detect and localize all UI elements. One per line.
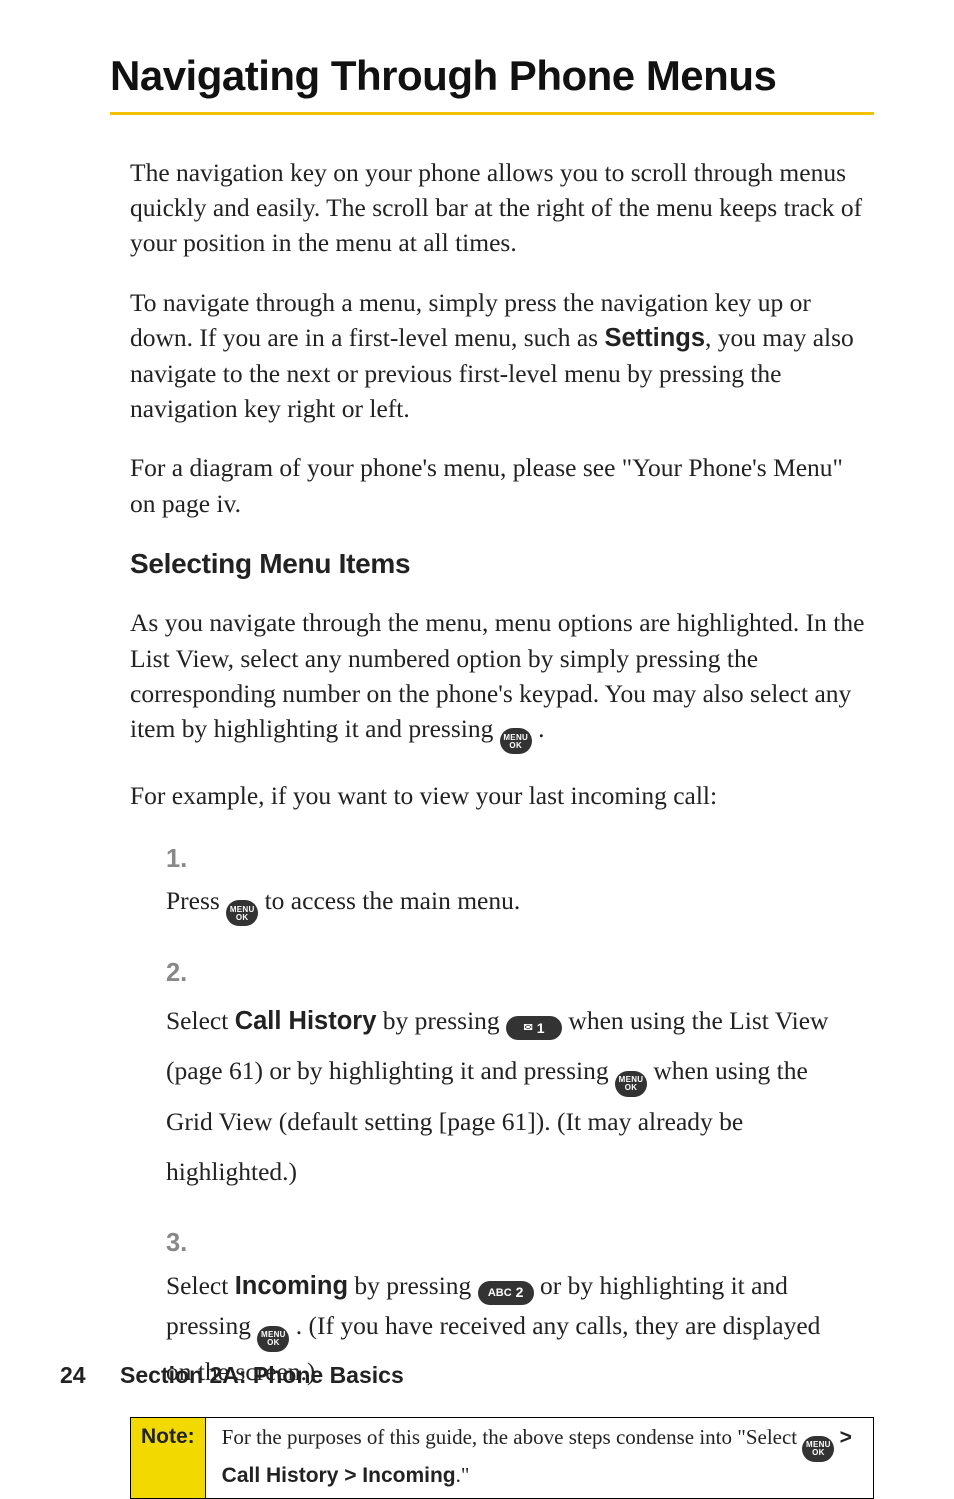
step-number: 2. (166, 952, 204, 995)
menu-ok-icon: MENUOK (615, 1071, 647, 1097)
step-number: 3. (166, 1222, 204, 1265)
paragraph: As you navigate through the menu, menu o… (130, 605, 874, 754)
bold-text: Settings (604, 324, 705, 352)
text: ." (456, 1463, 470, 1487)
steps-list: 1. Press MENUOK to access the main menu.… (130, 838, 874, 1392)
menu-ok-icon: MENUOK (226, 900, 258, 926)
note-box: Note: For the purposes of this guide, th… (130, 1417, 874, 1498)
paragraph: For a diagram of your phone's menu, plea… (130, 450, 874, 520)
text: . (532, 714, 545, 743)
step-number: 1. (166, 838, 204, 881)
page-title: Navigating Through Phone Menus (110, 52, 874, 100)
note-label: Note: (131, 1418, 206, 1497)
section-heading: Selecting Menu Items (130, 545, 874, 584)
text: As you navigate through the menu, menu o… (130, 608, 864, 743)
title-underline (110, 112, 874, 115)
menu-ok-icon: MENUOK (257, 1326, 289, 1352)
key-1-icon: ✉1 (506, 1016, 562, 1040)
section-label: Section 2A: Phone Basics (120, 1362, 404, 1388)
text: Select (166, 1006, 235, 1035)
text: For the purposes of this guide, the abov… (222, 1425, 803, 1449)
text: Press (166, 886, 226, 915)
text: to access the main menu. (258, 886, 520, 915)
page-number: 24 (60, 1362, 86, 1388)
paragraph: For example, if you want to view your la… (130, 778, 874, 813)
menu-ok-icon: MENUOK (500, 728, 532, 754)
page-footer: 24 Section 2A: Phone Basics (60, 1362, 404, 1389)
menu-ok-icon: MENUOK (802, 1436, 834, 1462)
list-item: 2. Select Call History by pressing ✉1 wh… (166, 952, 874, 1196)
text: by pressing (348, 1271, 478, 1300)
paragraph: The navigation key on your phone allows … (130, 155, 874, 261)
note-text: For the purposes of this guide, the abov… (206, 1418, 873, 1497)
bold-text: Incoming (235, 1272, 348, 1300)
bold-text: Call History (235, 1007, 377, 1035)
text: Select (166, 1271, 235, 1300)
key-2-icon: ABC2 (478, 1281, 534, 1305)
text: by pressing (376, 1006, 506, 1035)
paragraph: To navigate through a menu, simply press… (130, 285, 874, 427)
list-item: 1. Press MENUOK to access the main menu. (166, 838, 874, 927)
body-content: The navigation key on your phone allows … (110, 155, 874, 1499)
